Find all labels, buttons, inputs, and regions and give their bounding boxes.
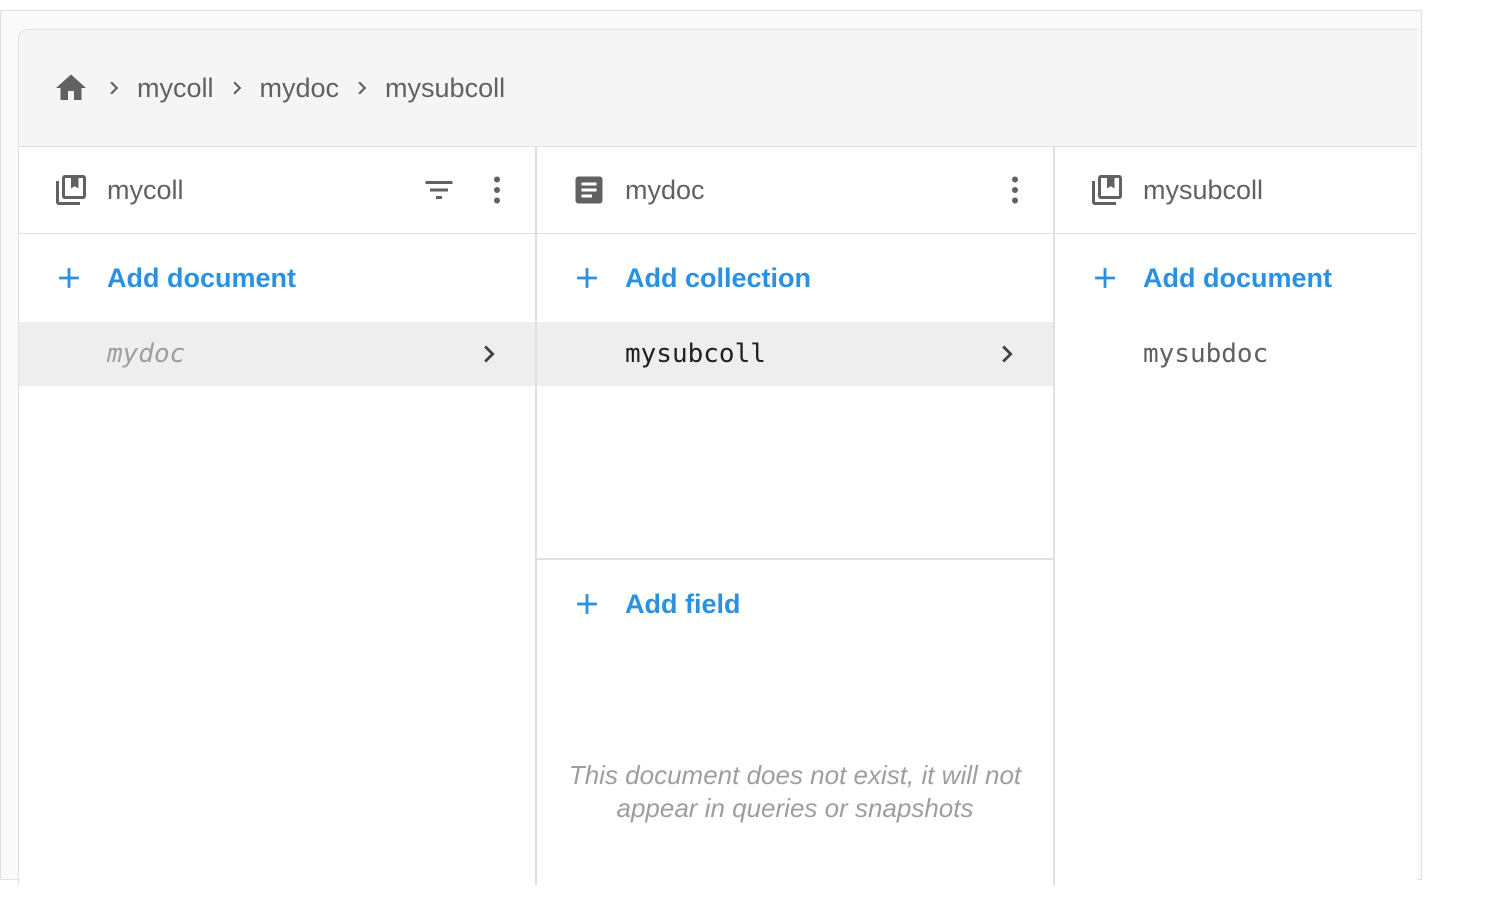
- console-frame: mycoll mydoc mysubcoll mycoll Add docume…: [0, 10, 1422, 885]
- add-document-label: Add document: [107, 262, 296, 293]
- column-header: mysubcoll: [1055, 147, 1417, 234]
- column-title: mydoc: [625, 174, 705, 205]
- breadcrumb-item-mycoll[interactable]: mycoll: [137, 73, 214, 104]
- add-document-label: Add document: [1143, 262, 1332, 293]
- column-header: mycoll: [19, 147, 535, 234]
- data-panel: mycoll mydoc mysubcoll mycoll Add docume…: [18, 29, 1417, 885]
- document-id: mysubdoc: [1143, 339, 1269, 369]
- column-header: mydoc: [537, 147, 1053, 234]
- breadcrumb-item-mydoc[interactable]: mydoc: [260, 73, 340, 104]
- add-collection-label: Add collection: [625, 262, 812, 293]
- chevron-right-icon: [339, 68, 385, 108]
- document-icon: [571, 172, 607, 208]
- list-item[interactable]: mysubdoc: [1055, 322, 1417, 386]
- column-title: mysubcoll: [1143, 174, 1264, 205]
- add-document-button[interactable]: Add document: [1055, 234, 1417, 322]
- document-column: mydoc Add collection mysubcoll Add field…: [537, 147, 1055, 885]
- home-icon[interactable]: [51, 68, 91, 108]
- missing-document-note: This document does not exist, it will no…: [568, 760, 1022, 823]
- plus-icon: [567, 258, 607, 298]
- document-id: mydoc: [107, 339, 186, 369]
- add-field-button[interactable]: Add field: [537, 560, 1053, 648]
- add-collection-button[interactable]: Add collection: [537, 234, 1053, 322]
- breadcrumb-item-mysubcoll[interactable]: mysubcoll: [385, 73, 505, 104]
- filter-icon[interactable]: [419, 170, 459, 210]
- chevron-right-icon: [91, 68, 137, 108]
- collection-column: mycoll Add document mydoc: [19, 147, 537, 885]
- chevron-right-icon: [214, 68, 260, 108]
- list-item[interactable]: mydoc: [19, 322, 535, 386]
- plus-icon: [1085, 258, 1125, 298]
- more-vert-icon[interactable]: [477, 170, 517, 210]
- plus-icon: [49, 258, 89, 298]
- subcollection-id: mysubcoll: [625, 339, 766, 369]
- column-title: mycoll: [107, 174, 184, 205]
- chevron-right-icon: [469, 334, 509, 374]
- chevron-right-icon: [987, 334, 1027, 374]
- collection-icon: [53, 172, 89, 208]
- collection-icon: [1089, 172, 1125, 208]
- subcollection-column: mysubcoll Add document mysubdoc: [1055, 147, 1417, 885]
- add-document-button[interactable]: Add document: [19, 234, 535, 322]
- plus-icon: [567, 584, 607, 624]
- breadcrumb: mycoll mydoc mysubcoll: [19, 30, 1417, 147]
- list-item[interactable]: mysubcoll: [537, 322, 1053, 386]
- add-field-label: Add field: [625, 588, 741, 619]
- more-vert-icon[interactable]: [995, 170, 1035, 210]
